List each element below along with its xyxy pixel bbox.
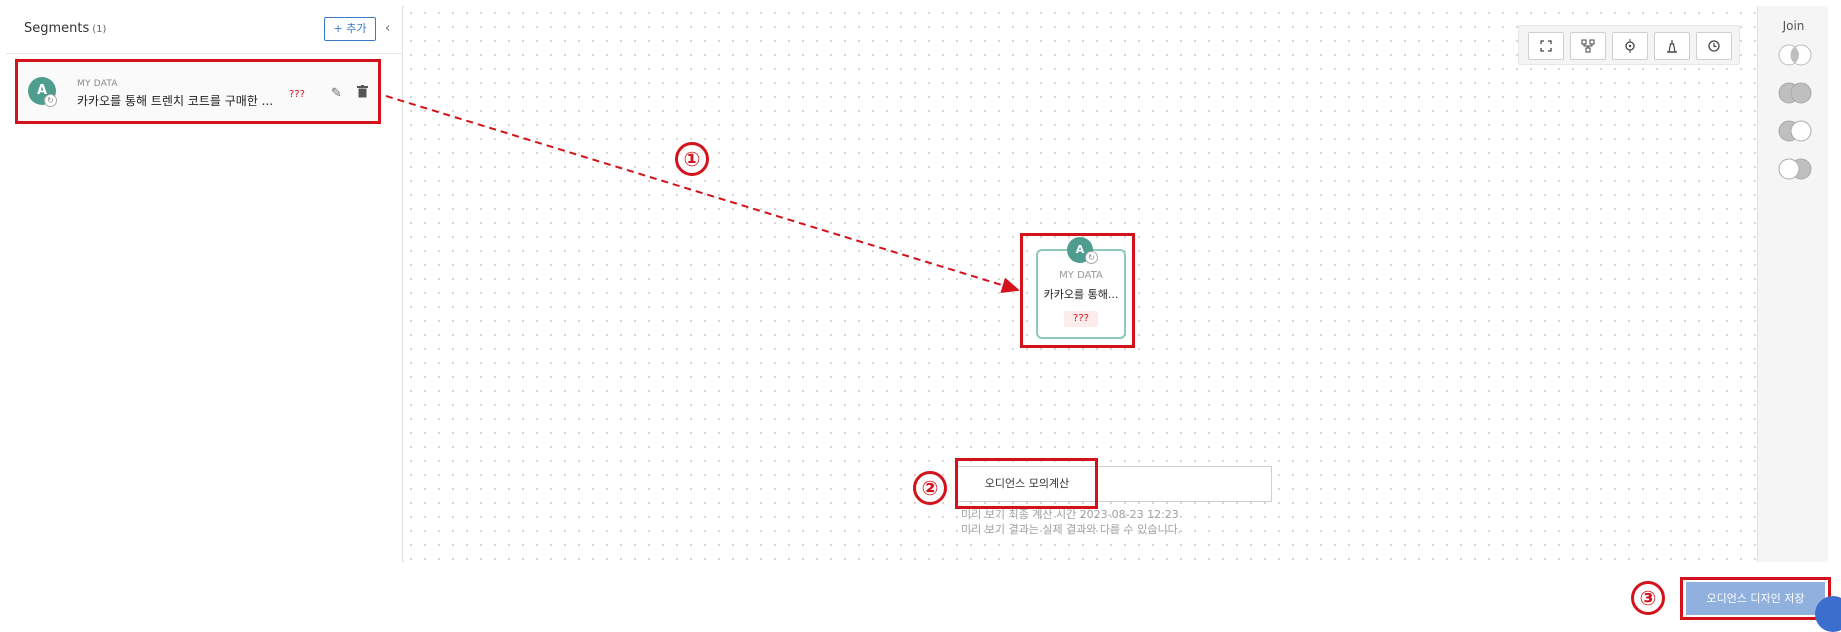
floating-action-button[interactable] (1815, 596, 1841, 632)
drag-arrow (385, 95, 1020, 293)
node-name: 카카오를 통해... (1043, 288, 1119, 301)
node-source: MY DATA (1059, 270, 1103, 281)
node-refresh-icon: ↻ (1085, 251, 1098, 264)
step-marker-2: ② (913, 471, 947, 505)
simulate-highlight (955, 458, 1098, 509)
join-panel: Join (1757, 6, 1828, 562)
simulation-info: 미리 보기 최종 계산 시간 2023-08-23 12:23 미리 보기 결과… (961, 507, 1181, 537)
step-marker-1: ① (675, 142, 709, 176)
simulation-disclaimer: 미리 보기 결과는 실제 결과와 다를 수 있습니다. (961, 523, 1182, 536)
full-join-icon[interactable] (1776, 81, 1814, 105)
intersect-join-icon[interactable] (1776, 43, 1814, 67)
save-highlight (1680, 577, 1831, 620)
left-join-icon[interactable] (1776, 119, 1814, 143)
right-join-icon[interactable] (1776, 157, 1814, 181)
simulation-last-calc: 미리 보기 최종 계산 시간 2023-08-23 12:23 (961, 508, 1179, 521)
join-title: Join (1782, 19, 1805, 33)
node-status: ??? (1064, 311, 1098, 327)
step-marker-3: ③ (1631, 581, 1665, 615)
